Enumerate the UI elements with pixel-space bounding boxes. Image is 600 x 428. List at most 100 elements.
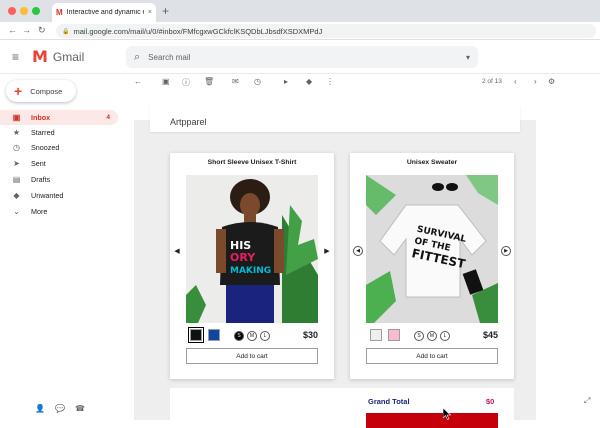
sidebar-item-label: Unwanted xyxy=(31,191,64,200)
add-to-cart-button[interactable]: Add to cart xyxy=(186,348,318,364)
move-to-icon[interactable]: ▸ xyxy=(284,77,288,86)
more-options-icon[interactable]: ⋮ xyxy=(326,77,334,86)
tab-title: Interactive and dynamic email xyxy=(66,9,144,16)
product-title: Unisex Sweater xyxy=(406,159,458,166)
size-m-option[interactable]: M xyxy=(427,331,437,341)
back-to-inbox-icon[interactable]: ← xyxy=(134,77,142,86)
sidebar-item-label: Inbox xyxy=(31,113,51,122)
grand-total-label: Grand Total xyxy=(368,397,410,406)
sidebar-item-inbox[interactable]: ▣ Inbox 4 xyxy=(0,110,118,125)
page-count: 2 of 13 xyxy=(482,78,502,85)
color-swatch-blue[interactable] xyxy=(208,329,220,341)
label-icon: ◆ xyxy=(13,191,20,200)
browser-tab-bar: M Interactive and dynamic email × + xyxy=(0,0,600,22)
sidebar-item-starred[interactable]: ★ Starred xyxy=(0,125,118,140)
size-s-option[interactable]: S xyxy=(414,331,424,341)
svg-text:ORY: ORY xyxy=(230,251,256,264)
lock-icon: 🔒 xyxy=(62,28,70,35)
compose-label: Compose xyxy=(30,86,63,96)
search-input[interactable]: Search mail xyxy=(148,53,458,62)
browser-toolbar: ← → ↻ 🔒 mail.google.com/mail/u/0/#inbox/… xyxy=(0,22,600,40)
gmail-logo-icon: M xyxy=(32,47,48,66)
grand-total-value: $0 xyxy=(486,397,495,406)
product-title: Short Sleeve Unisex T-Shirt xyxy=(207,159,297,166)
contacts-icon[interactable]: 👤 xyxy=(35,404,45,420)
compose-button[interactable]: + Compose xyxy=(6,80,76,102)
sidebar: + Compose ▣ Inbox 4 ★ Starred ◷ Snoozed … xyxy=(0,74,120,420)
mouse-cursor-icon xyxy=(443,408,451,420)
url-text: mail.google.com/mail/u/0/#inbox/FMfcgxwG… xyxy=(73,26,323,36)
gmail-logo[interactable]: M Gmail xyxy=(32,47,84,66)
gmail-favicon-icon: M xyxy=(56,8,63,17)
draft-icon: ▤ xyxy=(12,175,21,184)
back-arrow-icon[interactable]: ← xyxy=(8,25,17,35)
inbox-icon: ▣ xyxy=(12,113,21,122)
archive-icon[interactable]: ▣ xyxy=(162,77,170,86)
browser-tab[interactable]: M Interactive and dynamic email × xyxy=(52,3,156,22)
sidebar-item-unwanted[interactable]: ◆ Unwanted xyxy=(0,188,118,203)
sidebar-item-more[interactable]: ⌄ More xyxy=(0,204,118,219)
prev-image-arrow-icon[interactable]: ◀ xyxy=(353,246,363,256)
unread-count: 4 xyxy=(106,114,110,121)
next-image-arrow-icon[interactable]: ▶ xyxy=(501,246,511,256)
sidebar-item-snoozed[interactable]: ◷ Snoozed xyxy=(0,140,118,155)
hangouts-icon[interactable]: 💬 xyxy=(55,404,65,420)
label-as-icon[interactable]: ◆ xyxy=(306,77,312,86)
phone-icon[interactable]: ☎ xyxy=(75,404,85,420)
checkout-button[interactable] xyxy=(366,413,498,428)
product-price: $30 xyxy=(302,330,318,340)
email-body: Artpparel Short Sleeve Unisex T-Shirt HI… xyxy=(120,92,600,428)
mark-unread-icon[interactable]: ✉ xyxy=(232,77,239,86)
color-swatch-white[interactable] xyxy=(370,329,382,341)
compose-plus-icon: + xyxy=(14,83,23,99)
sweater-photo: SURVIVAL OF THE FITTEST xyxy=(366,175,498,323)
color-swatch-black[interactable] xyxy=(188,327,204,343)
settings-icon[interactable]: ⚙ xyxy=(548,77,555,86)
sidebar-item-label: Sent xyxy=(31,159,46,168)
size-s-option[interactable]: S xyxy=(234,331,244,341)
sender-banner: Artpparel xyxy=(150,106,520,132)
tab-close-icon[interactable]: × xyxy=(148,9,152,16)
tshirt-photo: HIS ORY MAKING xyxy=(186,175,318,323)
star-icon: ★ xyxy=(12,128,21,137)
product-card: Short Sleeve Unisex T-Shirt HIS ORY MAKI… xyxy=(170,153,334,379)
send-icon: ➤ xyxy=(13,159,20,168)
size-l-option[interactable]: L xyxy=(260,331,270,341)
gmail-logo-text: Gmail xyxy=(52,49,85,64)
sidebar-item-sent[interactable]: ➤ Sent xyxy=(0,156,118,171)
svg-text:MAKING: MAKING xyxy=(230,266,271,276)
maximize-window-button[interactable] xyxy=(32,7,40,15)
expand-icon[interactable]: ⤢ xyxy=(584,396,590,406)
size-m-option[interactable]: M xyxy=(247,331,257,341)
delete-icon[interactable]: 🗑 xyxy=(204,77,214,86)
search-bar[interactable]: ⌕ Search mail ▾ xyxy=(126,46,478,68)
forward-arrow-icon[interactable]: → xyxy=(22,25,31,35)
close-window-button[interactable] xyxy=(8,7,16,15)
chevron-down-icon: ⌄ xyxy=(13,207,20,216)
new-tab-button[interactable]: + xyxy=(162,4,169,18)
main-menu-icon[interactable]: ≡ xyxy=(12,50,19,64)
sidebar-item-label: More xyxy=(31,207,48,216)
reload-icon[interactable]: ↻ xyxy=(38,25,46,36)
search-icon[interactable]: ⌕ xyxy=(134,51,140,64)
clock-icon: ◷ xyxy=(13,143,20,152)
product-price: $45 xyxy=(482,330,498,340)
message-action-bar: ← ▣ ⓘ 🗑 ✉ ◷ ▸ ◆ ⋮ 2 of 13 ‹ › ⚙ xyxy=(120,74,600,92)
prev-message-icon[interactable]: ‹ xyxy=(514,77,517,86)
next-image-arrow-icon[interactable]: ▶ xyxy=(322,246,332,256)
minimize-window-button[interactable] xyxy=(20,7,28,15)
sidebar-footer: 👤 💬 ☎ xyxy=(0,404,120,420)
snooze-icon[interactable]: ◷ xyxy=(254,77,261,86)
report-spam-icon[interactable]: ⓘ xyxy=(182,77,190,88)
add-to-cart-button[interactable]: Add to cart xyxy=(366,348,498,364)
next-message-icon[interactable]: › xyxy=(534,77,537,86)
sidebar-item-label: Drafts xyxy=(31,175,51,184)
sidebar-item-label: Starred xyxy=(31,128,55,137)
prev-image-arrow-icon[interactable]: ◀ xyxy=(172,246,182,256)
search-options-icon[interactable]: ▾ xyxy=(466,53,470,62)
color-swatch-pink[interactable] xyxy=(388,329,400,341)
product-card: Unisex Sweater SURVIVAL OF THE FITTEST ◀… xyxy=(350,153,514,379)
size-l-option[interactable]: L xyxy=(440,331,450,341)
address-bar[interactable]: 🔒 mail.google.com/mail/u/0/#inbox/FMfcgx… xyxy=(56,24,596,38)
sidebar-item-drafts[interactable]: ▤ Drafts xyxy=(0,172,118,187)
